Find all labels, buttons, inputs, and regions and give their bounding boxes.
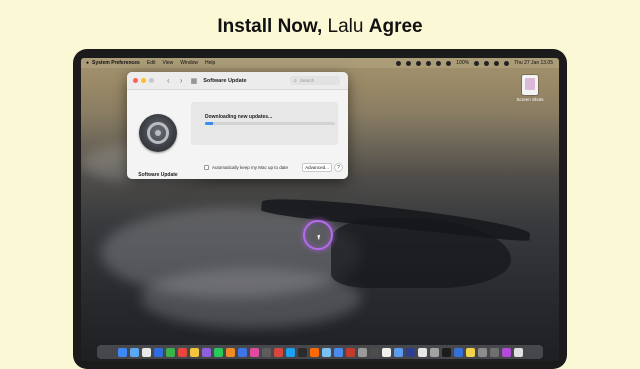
- search-icon: ⌕: [294, 77, 297, 84]
- window-titlebar: ‹ › ▦ Software Update ⌕ Search: [127, 72, 348, 90]
- battery-icon[interactable]: [474, 60, 480, 66]
- status-icon[interactable]: [436, 60, 442, 66]
- dock-app-icon[interactable]: [381, 347, 391, 357]
- dock-app-icon[interactable]: [153, 347, 163, 357]
- menu-view[interactable]: View: [162, 60, 173, 66]
- status-icon[interactable]: [396, 60, 402, 66]
- battery-percent: 100%: [456, 60, 470, 66]
- search-icon[interactable]: [494, 60, 500, 66]
- dock-app-icon[interactable]: [489, 347, 499, 357]
- dock-app-icon[interactable]: [117, 347, 127, 357]
- window-title: Software Update: [203, 77, 247, 84]
- menu-app-name[interactable]: System Preferences: [92, 60, 140, 66]
- dock-app-icon[interactable]: [465, 347, 475, 357]
- dock-app-icon[interactable]: [357, 347, 367, 357]
- back-arrow-icon[interactable]: ‹: [167, 76, 170, 85]
- menu-help[interactable]: Help: [205, 60, 215, 66]
- headline-part-2: Lalu: [327, 16, 364, 37]
- dock-app-icon[interactable]: [441, 347, 451, 357]
- status-icon[interactable]: [406, 60, 412, 66]
- advanced-button[interactable]: Advanced...: [302, 163, 332, 172]
- dock-app-icon[interactable]: [321, 347, 331, 357]
- apple-icon[interactable]: ●: [86, 60, 89, 66]
- status-icon[interactable]: [426, 60, 432, 66]
- status-area: 100% Thu 27 Jan 13.05: [391, 58, 553, 68]
- dock-app-icon[interactable]: [453, 347, 463, 357]
- dock-app-icon[interactable]: [417, 347, 427, 357]
- dock-app-icon[interactable]: [513, 347, 523, 357]
- menu-window[interactable]: Window: [180, 60, 198, 66]
- dock: [97, 345, 543, 359]
- zoom-button[interactable]: [149, 78, 154, 83]
- dock-app-icon[interactable]: [345, 347, 355, 357]
- headline-part-1: Install Now,: [217, 16, 323, 37]
- wifi-icon[interactable]: [484, 60, 490, 66]
- close-button[interactable]: [133, 78, 138, 83]
- dock-app-icon[interactable]: [309, 347, 319, 357]
- dock-app-icon[interactable]: [369, 347, 379, 357]
- auto-update-option[interactable]: Automatically keep my Mac up to date: [204, 165, 288, 170]
- forward-arrow-icon[interactable]: ›: [180, 76, 183, 85]
- menu-bar: ● System Preferences Edit View Window He…: [81, 58, 559, 68]
- dock-app-icon[interactable]: [177, 347, 187, 357]
- status-icon[interactable]: [416, 60, 422, 66]
- nav-buttons: ‹ ›: [167, 76, 191, 85]
- cloud: [141, 268, 361, 328]
- dock-app-icon[interactable]: [429, 347, 439, 357]
- help-button[interactable]: ?: [334, 163, 343, 172]
- dock-app-icon[interactable]: [333, 347, 343, 357]
- download-progress-bar: [205, 122, 335, 125]
- menu-edit[interactable]: Edit: [147, 60, 156, 66]
- dock-app-icon[interactable]: [225, 347, 235, 357]
- pane-icon-area: [127, 90, 189, 179]
- dock-app-icon[interactable]: [237, 347, 247, 357]
- dock-app-icon[interactable]: [141, 347, 151, 357]
- software-update-window: ‹ › ▦ Software Update ⌕ Search Software …: [127, 72, 348, 179]
- update-status-panel: Downloading new updates...: [191, 102, 338, 145]
- headline-part-3: Agree: [368, 16, 423, 37]
- dock-app-icon[interactable]: [165, 347, 175, 357]
- dock-app-icon[interactable]: [297, 347, 307, 357]
- auto-update-checkbox[interactable]: [204, 165, 209, 170]
- dock-app-icon[interactable]: [249, 347, 259, 357]
- dock-app-icon[interactable]: [273, 347, 283, 357]
- desktop-file-label: Screen Shots: [516, 97, 544, 102]
- control-center-icon[interactable]: [504, 60, 510, 66]
- laptop-frame: ● System Preferences Edit View Window He…: [73, 49, 567, 369]
- dock-app-icon[interactable]: [201, 347, 211, 357]
- status-text: Downloading new updates...: [205, 114, 273, 120]
- software-update-gear-icon: [139, 114, 177, 152]
- dock-app-icon[interactable]: [393, 347, 403, 357]
- menu-datetime[interactable]: Thu 27 Jan 13.05: [514, 60, 553, 66]
- desktop-screen: ● System Preferences Edit View Window He…: [81, 58, 559, 361]
- status-icon[interactable]: [446, 60, 452, 66]
- dock-app-icon[interactable]: [129, 347, 139, 357]
- dock-app-icon[interactable]: [477, 347, 487, 357]
- screenshot-thumbnail-icon: [522, 75, 538, 95]
- page-headline: Install Now, Lalu Agree: [0, 16, 640, 38]
- progress-fill: [205, 122, 213, 125]
- pane-label: Software Update: [138, 172, 178, 178]
- search-field[interactable]: ⌕ Search: [290, 76, 340, 85]
- dock-app-icon[interactable]: [405, 347, 415, 357]
- traffic-lights: [133, 78, 157, 83]
- dock-app-icon[interactable]: [285, 347, 295, 357]
- dock-app-icon[interactable]: [261, 347, 271, 357]
- desktop-file[interactable]: Screen Shots: [515, 75, 545, 102]
- search-placeholder: Search: [299, 78, 315, 83]
- grid-view-icon[interactable]: ▦: [191, 77, 198, 85]
- dock-app-icon[interactable]: [501, 347, 511, 357]
- auto-update-label: Automatically keep my Mac up to date: [212, 165, 289, 170]
- minimize-button[interactable]: [141, 78, 146, 83]
- dock-app-icon[interactable]: [189, 347, 199, 357]
- dock-app-icon[interactable]: [213, 347, 223, 357]
